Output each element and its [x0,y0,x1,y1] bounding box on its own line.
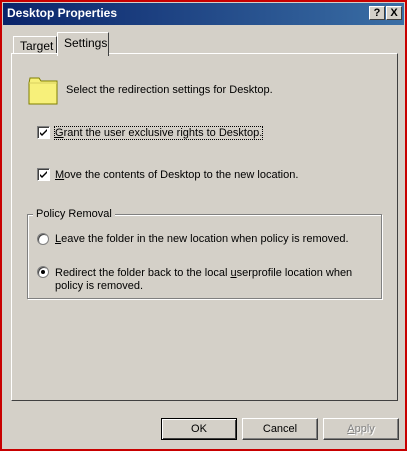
leave-folder-text: eave the folder in the new location when… [61,233,349,245]
close-button[interactable]: X [386,6,402,20]
window-title: Desktop Properties [7,6,118,20]
checkmark-icon [40,129,47,136]
leave-folder-radio[interactable] [37,233,49,245]
cancel-button[interactable]: Cancel [242,418,318,440]
move-contents-label[interactable]: Move the contents of Desktop to the new … [55,169,298,181]
move-contents-text: ove the contents of Desktop to the new l… [64,169,299,181]
move-contents-mnemonic: M [55,169,65,181]
apply-mnemonic: A [347,423,355,435]
help-button[interactable]: ? [369,6,385,20]
redirect-folder-label-line1[interactable]: Redirect the folder back to the local us… [55,267,352,279]
checkmark-icon [40,171,47,178]
redirect-folder-label-line2[interactable]: policy is removed. [55,280,143,292]
folder-icon [28,77,58,105]
grant-rights-checkbox[interactable] [37,126,50,139]
move-contents-checkbox[interactable] [37,168,50,181]
title-bar[interactable]: Desktop Properties ? X [3,3,404,25]
grant-rights-text: rant the user exclusive rights to Deskto… [63,127,263,139]
tab-settings[interactable]: Settings [57,32,109,56]
radio-dot-icon [41,270,45,274]
grant-rights-mnemonic: G [55,127,64,139]
leave-folder-label[interactable]: Leave the folder in the new location whe… [55,233,349,245]
ok-button[interactable]: OK [161,418,237,440]
intro-text: Select the redirection settings for Desk… [66,84,273,96]
properties-window: Desktop Properties ? X Target Settings S… [0,0,407,451]
redirect-folder-text-post: serprofile location when [236,267,353,279]
redirect-folder-text-pre: Redirect the folder back to the local [55,267,231,279]
redirect-folder-radio[interactable] [37,266,49,278]
apply-text: pply [354,423,375,435]
grant-rights-label[interactable]: Grant the user exclusive rights to Deskt… [53,126,264,140]
policy-removal-legend: Policy Removal [33,208,115,220]
tab-target-label: Target [20,39,54,53]
apply-button[interactable]: Apply [323,418,399,440]
tab-settings-label: Settings [64,36,108,50]
